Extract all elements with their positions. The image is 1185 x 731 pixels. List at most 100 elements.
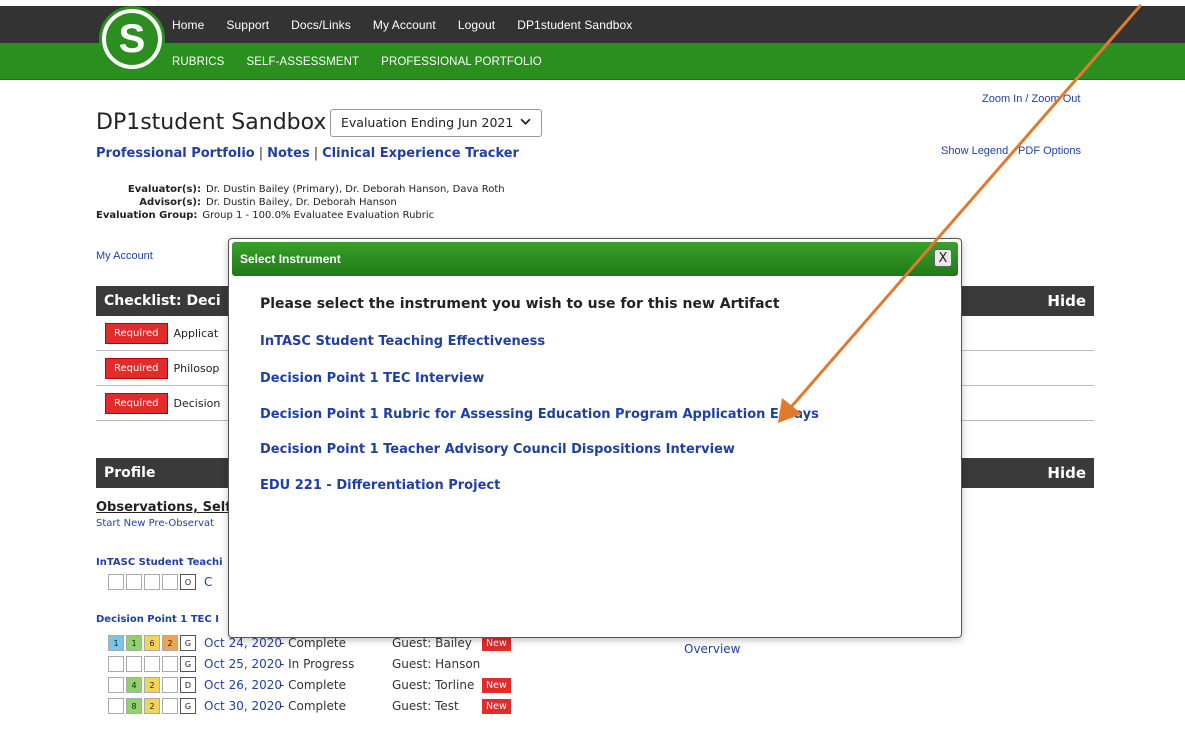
evaluators-value: Dr. Dustin Bailey (Primary), Dr. Deborah…	[206, 184, 505, 195]
dp1-tec-instrument-label[interactable]: Decision Point 1 TEC I	[96, 614, 219, 625]
zoom-in-link[interactable]: Zoom In	[982, 93, 1022, 105]
nav-support-link[interactable]: Support	[226, 18, 269, 32]
observations-heading: Observations, Self	[96, 500, 231, 515]
table-row: 4 2 D Oct 26, 2020 - Complete Guest: Tor…	[108, 676, 511, 694]
page-title: DP1student Sandbox	[96, 110, 327, 135]
intasc-instrument-label[interactable]: InTASC Student Teachi	[96, 557, 223, 568]
score-cell-letter: D	[180, 677, 196, 693]
observation-guest: Guest: Bailey	[392, 636, 472, 650]
score-cell	[108, 656, 124, 672]
score-cell	[162, 698, 178, 714]
instrument-option-dp1-dispositions-interview[interactable]: Decision Point 1 Teacher Advisory Counci…	[260, 442, 735, 457]
score-cell	[108, 574, 124, 590]
table-row: 8 2 G Oct 30, 2020 - Complete Guest: Tes…	[108, 697, 511, 715]
score-cell-letter: O	[180, 574, 196, 590]
instrument-option-dp1-tec-interview[interactable]: Decision Point 1 TEC Interview	[260, 371, 484, 386]
primary-nav-bar: Home Support Docs/Links My Account Logou…	[0, 6, 1185, 43]
evaluators-label: Evaluator(s):	[127, 184, 201, 195]
nav-logout-link[interactable]: Logout	[458, 18, 495, 32]
score-cell-letter: G	[180, 656, 196, 672]
score-cell	[126, 574, 142, 590]
score-cell-letter: G	[180, 698, 196, 714]
dialog-header: Select Instrument X	[232, 242, 958, 276]
overview-link[interactable]: Overview	[684, 642, 741, 656]
score-cell	[162, 574, 178, 590]
evaluation-group-value: Group 1 - 100.0% Evaluatee Evaluation Ru…	[202, 210, 435, 221]
required-badge: Required	[105, 358, 168, 379]
observation-status: - Complete	[280, 636, 346, 650]
profile-title: Profile	[104, 465, 156, 481]
score-cell	[162, 656, 178, 672]
score-cell	[162, 677, 178, 693]
nav-user-sandbox-link[interactable]: DP1student Sandbox	[517, 18, 632, 32]
score-cell: 4	[126, 677, 142, 693]
score-cell: 1	[126, 635, 142, 651]
start-new-pre-observation-link[interactable]: Start New Pre-Observat	[96, 518, 214, 529]
logo-letter: S	[106, 13, 158, 65]
score-cell	[144, 574, 160, 590]
nav-my-account-link[interactable]: My Account	[373, 18, 436, 32]
required-badge: Required	[105, 323, 168, 344]
score-cell: 6	[144, 635, 160, 651]
notes-link[interactable]: Notes	[267, 146, 310, 161]
dialog-prompt: Please select the instrument you wish to…	[260, 296, 780, 312]
evaluation-select-value: Evaluation Ending Jun 2021	[341, 115, 514, 130]
score-cell	[108, 698, 124, 714]
checklist-title: Checklist: Deci	[104, 293, 221, 309]
required-badge: Required	[105, 393, 168, 414]
observation-guest: Guest: Test	[392, 699, 459, 713]
my-account-link[interactable]: My Account	[96, 250, 153, 262]
instrument-option-dp1-essay-rubric[interactable]: Decision Point 1 Rubric for Assessing Ed…	[260, 407, 819, 422]
dialog-title: Select Instrument	[240, 252, 341, 266]
advisors-value: Dr. Dustin Bailey, Dr. Deborah Hanson	[206, 197, 397, 208]
checklist-item-text[interactable]: Decision	[174, 397, 221, 410]
zoom-out-link[interactable]: Zoom Out	[1032, 93, 1081, 105]
subnav-separator: |	[258, 146, 264, 161]
evaluation-group-label: Evaluation Group:	[96, 210, 198, 221]
evaluation-meta: Evaluator(s): Dr. Dustin Bailey (Primary)…	[96, 183, 505, 222]
score-cell: 1	[108, 635, 124, 651]
nav-home-link[interactable]: Home	[172, 18, 204, 32]
nav-docs-links-link[interactable]: Docs/Links	[291, 18, 351, 32]
show-legend-pdf-options-link[interactable]: Show Legend - PDF Options	[941, 145, 1081, 157]
checklist-hide-button[interactable]: Hide	[1047, 292, 1086, 310]
clinical-experience-tracker-link[interactable]: Clinical Experience Tracker	[322, 146, 519, 161]
score-cell	[144, 656, 160, 672]
subnav-separator: |	[313, 146, 319, 161]
chevron-down-icon	[520, 116, 531, 130]
instrument-option-intasc[interactable]: InTASC Student Teaching Effectiveness	[260, 334, 545, 349]
score-cell: 2	[144, 698, 160, 714]
professional-portfolio-link[interactable]: Professional Portfolio	[96, 146, 255, 161]
zoom-controls: Zoom In / Zoom Out	[982, 93, 1080, 105]
instrument-option-edu221-differentiation[interactable]: EDU 221 - Differentiation Project	[260, 478, 500, 493]
score-cell	[108, 677, 124, 693]
secondary-nav-bar: RUBRICS SELF-ASSESSMENT PROFESSIONAL POR…	[0, 43, 1185, 80]
score-cell-letter: G	[180, 635, 196, 651]
nav-self-assessment-link[interactable]: SELF-ASSESSMENT	[246, 56, 359, 68]
evaluation-select[interactable]: Evaluation Ending Jun 2021	[330, 109, 542, 137]
new-badge: New	[482, 677, 511, 693]
observation-date-link[interactable]: Oct 30, 2020	[204, 699, 282, 713]
top-navigation: Home Support Docs/Links My Account Logou…	[0, 0, 1185, 80]
score-cell: 2	[144, 677, 160, 693]
close-icon[interactable]: X	[934, 249, 952, 267]
observation-status: - Complete	[280, 678, 346, 692]
score-cell: 8	[126, 698, 142, 714]
nav-professional-portfolio-link[interactable]: PROFESSIONAL PORTFOLIO	[381, 56, 542, 68]
observation-guest: Guest: Torline	[392, 678, 475, 692]
profile-hide-button[interactable]: Hide	[1047, 464, 1086, 482]
new-badge: New	[482, 698, 511, 714]
app-logo[interactable]: S	[99, 6, 165, 72]
observation-date-link[interactable]: Oct 25, 2020	[204, 657, 282, 671]
score-cell	[126, 656, 142, 672]
advisors-label: Advisor(s):	[139, 197, 201, 208]
checklist-item-text[interactable]: Applicat	[174, 327, 219, 340]
sub-navigation: Professional Portfolio | Notes | Clinical Ex…	[96, 146, 519, 161]
score-cell: 2	[162, 635, 178, 651]
observation-date-link[interactable]: Oct 24, 2020	[204, 636, 282, 650]
observation-date-link[interactable]: Oct 26, 2020	[204, 678, 282, 692]
checklist-item-text[interactable]: Philosop	[174, 362, 220, 375]
observation-guest: Guest: Hanson	[392, 657, 481, 671]
zoom-separator: /	[1022, 93, 1032, 105]
nav-rubrics-link[interactable]: RUBRICS	[172, 56, 224, 68]
